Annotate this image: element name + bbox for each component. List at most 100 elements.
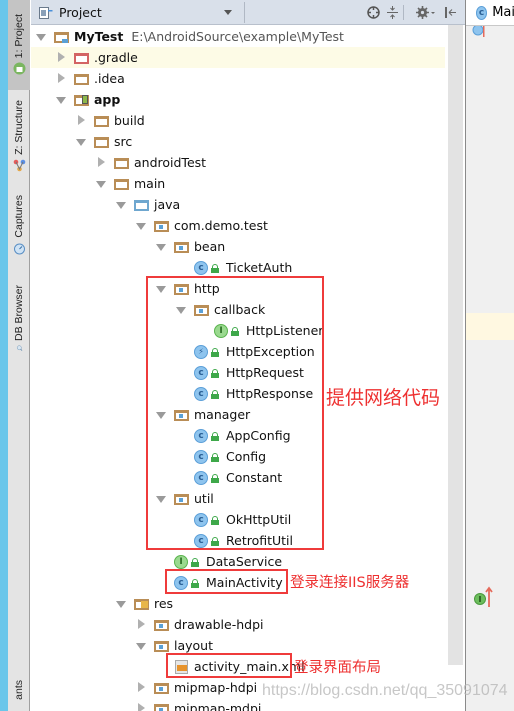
tree-item-http[interactable]: http [31, 278, 445, 299]
hide-panel-button[interactable] [442, 4, 459, 21]
collapse-all-button[interactable] [384, 4, 401, 21]
override-gutter-icon[interactable] [472, 26, 486, 38]
tree-item-mytest[interactable]: MyTest E:\AndroidSource\example\MyTest [31, 26, 445, 47]
tree-item-util[interactable]: util [31, 488, 445, 509]
expand-arrow-right-icon[interactable] [56, 68, 66, 89]
package-folder-icon [154, 219, 170, 233]
tree-item-src[interactable]: src [31, 131, 445, 152]
tool-tab-structure[interactable]: Z: Structure [8, 100, 30, 180]
tree-item-retrofitutil[interactable]: c RetrofitUtil [31, 530, 445, 551]
expand-arrow-down-icon[interactable] [156, 488, 166, 509]
expand-arrow-down-icon[interactable] [156, 278, 166, 299]
watermark: https://blog.csdn.net/qq_35091074 [262, 682, 508, 699]
tree-item-build[interactable]: build [31, 110, 445, 131]
tree-item-label: MainActivity [206, 575, 283, 590]
expand-arrow-right-icon[interactable] [136, 698, 146, 711]
tool-tab-db-browser[interactable]: DB Browser [8, 285, 30, 355]
tree-item-httplistener[interactable]: I HttpListener [31, 320, 445, 341]
tree-item-label: com.demo.test [174, 218, 268, 233]
expand-arrow-down-icon[interactable] [136, 635, 146, 656]
tree-item-label: bean [194, 239, 226, 254]
class-icon-group: c [194, 260, 222, 275]
tree-item-httpexception[interactable]: ⚡ HttpException [31, 341, 445, 362]
tree-item-drawable-hdpi[interactable]: drawable-hdpi [31, 614, 445, 635]
folder-excluded-folder-icon [74, 51, 90, 65]
folder-folder-icon [94, 135, 110, 149]
scrollbar-thumb[interactable] [448, 25, 463, 665]
expand-arrow-down-icon[interactable] [176, 299, 186, 320]
project-view-icon [39, 6, 53, 19]
expand-arrow-down-icon[interactable] [156, 404, 166, 425]
tool-tab-captures[interactable]: Captures [8, 195, 30, 263]
tree-item-idea[interactable]: .idea [31, 68, 445, 89]
tree-item-okhttputil[interactable]: c OkHttpUtil [31, 509, 445, 530]
tree-item-dataservice[interactable]: I DataService [31, 551, 445, 572]
tree-item-java[interactable]: java [31, 194, 445, 215]
project-panel: Project MyTest E:\AndroidSource\example\M… [31, 0, 465, 711]
tree-item-httprequest[interactable]: c HttpRequest [31, 362, 445, 383]
package-folder-icon [174, 408, 190, 422]
expand-arrow-down-icon[interactable] [116, 593, 126, 614]
class-icon-group: c [194, 512, 222, 527]
public-lock-icon [211, 515, 219, 525]
expand-arrow-down-icon[interactable] [76, 131, 86, 152]
interface-icon: I [174, 554, 188, 569]
tree-item-bean[interactable]: bean [31, 236, 445, 257]
tree-item-label: OkHttpUtil [226, 512, 292, 527]
tool-tab-ants[interactable]: ants [8, 680, 30, 711]
tree-item-com-demo-test[interactable]: com.demo.test [31, 215, 445, 236]
tree-item-label: mipmap-mdpi [174, 701, 262, 711]
expand-arrow-down-icon[interactable] [36, 26, 46, 47]
gutter-highlight [466, 313, 514, 340]
expand-arrow-down-icon[interactable] [156, 236, 166, 257]
expand-arrow-down-icon[interactable] [96, 173, 106, 194]
class-icon: c [194, 260, 208, 275]
tree-item-appconfig[interactable]: c AppConfig [31, 425, 445, 446]
tree-item-layout[interactable]: layout [31, 635, 445, 656]
class-icon: c [174, 575, 188, 590]
expand-arrow-right-icon[interactable] [56, 47, 66, 68]
expand-arrow-right-icon[interactable] [76, 110, 86, 131]
expand-arrow-right-icon[interactable] [136, 614, 146, 635]
public-lock-icon [211, 473, 219, 483]
folder-folder-icon [114, 177, 130, 191]
tool-tab-label: DB Browser [13, 285, 25, 342]
class-icon-group: c [194, 365, 222, 380]
tree-item-label: HttpListener [246, 323, 324, 338]
tree-item-constant[interactable]: c Constant [31, 467, 445, 488]
tree-item-androidtest[interactable]: androidTest [31, 152, 445, 173]
tree-item-callback[interactable]: callback [31, 299, 445, 320]
db-browser-icon [16, 345, 22, 351]
tree-item-app[interactable]: app [31, 89, 445, 110]
tree-item-res[interactable]: res [31, 593, 445, 614]
expand-arrow-right-icon[interactable] [136, 677, 146, 698]
android-icon [13, 62, 25, 75]
settings-button[interactable] [415, 4, 437, 21]
expand-arrow-down-icon[interactable] [56, 89, 66, 110]
tree-item-label: http [194, 281, 220, 296]
implements-gutter-icon[interactable]: I [474, 585, 496, 613]
tree-item-label: HttpRequest [226, 365, 304, 380]
view-selector-dropdown[interactable]: Project [39, 2, 245, 23]
expand-arrow-down-icon[interactable] [116, 194, 126, 215]
expand-arrow-right-icon[interactable] [96, 152, 106, 173]
tool-tab-project[interactable]: 1: Project [8, 0, 30, 90]
class-icon: c [194, 386, 208, 401]
tree-item-main[interactable]: main [31, 173, 445, 194]
class-icon-group: c [194, 428, 222, 443]
editor-tab-main-activity[interactable]: c Mai [466, 0, 514, 26]
tree-item-label: Config [226, 449, 267, 464]
tree-item-config[interactable]: c Config [31, 446, 445, 467]
scroll-from-source-button[interactable] [365, 4, 382, 21]
package-folder-icon [154, 639, 170, 653]
scrollbar-track[interactable] [445, 25, 465, 711]
expand-arrow-down-icon[interactable] [136, 215, 146, 236]
tree-item-gradle[interactable]: .gradle [31, 47, 445, 68]
tree-item-ticketauth[interactable]: c TicketAuth [31, 257, 445, 278]
tree-item-activity-main-xml[interactable]: activity_main.xml [31, 656, 445, 677]
exception-icon-group: ⚡ [194, 344, 222, 359]
